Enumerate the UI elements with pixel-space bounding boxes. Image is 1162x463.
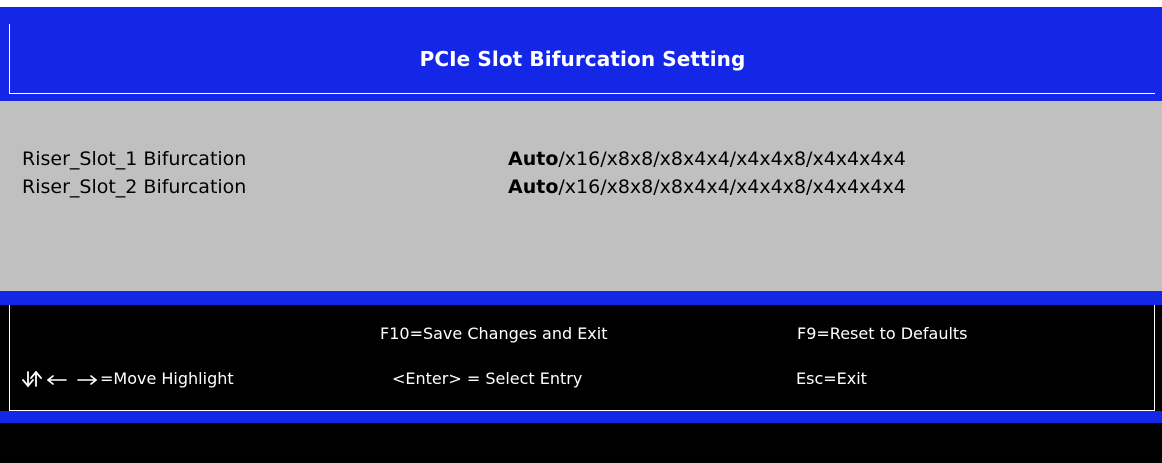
setting-value[interactable]: Auto/x16/x8x8/x8x4x4/x4x4x8/x4x4x4x4 — [508, 173, 906, 201]
setting-row-riser-slot-1[interactable]: Riser_Slot_1 Bifurcation Auto/x16/x8x8/x… — [0, 145, 1162, 173]
separator-band — [0, 291, 1162, 305]
reset-defaults-hint: F9=Reset to Defaults — [797, 324, 968, 343]
help-footer: F10=Save Changes and Exit F9=Reset to De… — [0, 305, 1162, 463]
setting-label: Riser_Slot_2 Bifurcation — [22, 176, 247, 198]
help-box: F10=Save Changes and Exit F9=Reset to De… — [9, 305, 1155, 411]
setting-value[interactable]: Auto/x16/x8x8/x8x4x4/x4x4x8/x4x4x4x4 — [508, 145, 906, 173]
right-arrow-icon — [77, 375, 98, 385]
move-highlight-label: =Move Highlight — [100, 369, 234, 388]
other-options: /x16/x8x8/x8x4x4/x4x4x8/x4x4x4x4 — [558, 148, 906, 170]
page-title: PCIe Slot Bifurcation Setting — [419, 46, 746, 71]
move-highlight-hint: =Move Highlight — [22, 369, 234, 389]
select-entry-hint: <Enter> = Select Entry — [392, 369, 583, 388]
selected-option: Auto — [508, 148, 559, 170]
up-arrow-icon — [30, 370, 42, 387]
header-bar: PCIe Slot Bifurcation Setting — [0, 7, 1162, 101]
selected-option: Auto — [508, 176, 559, 198]
setting-row-riser-slot-2[interactable]: Riser_Slot_2 Bifurcation Auto/x16/x8x8/x… — [0, 173, 1162, 201]
exit-hint: Esc=Exit — [796, 369, 867, 388]
header-panel: PCIe Slot Bifurcation Setting — [9, 24, 1155, 94]
other-options: /x16/x8x8/x8x4x4/x4x4x8/x4x4x4x4 — [558, 176, 906, 198]
save-exit-hint: F10=Save Changes and Exit — [380, 324, 608, 343]
setting-label: Riser_Slot_1 Bifurcation — [22, 148, 247, 170]
left-arrow-icon — [46, 375, 67, 385]
bios-setup-screen: PCIe Slot Bifurcation Setting Riser_Slot… — [0, 0, 1162, 463]
footer-band — [0, 411, 1162, 423]
settings-panel: Riser_Slot_1 Bifurcation Auto/x16/x8x8/x… — [0, 101, 1162, 291]
down-arrow-icon — [22, 371, 34, 388]
